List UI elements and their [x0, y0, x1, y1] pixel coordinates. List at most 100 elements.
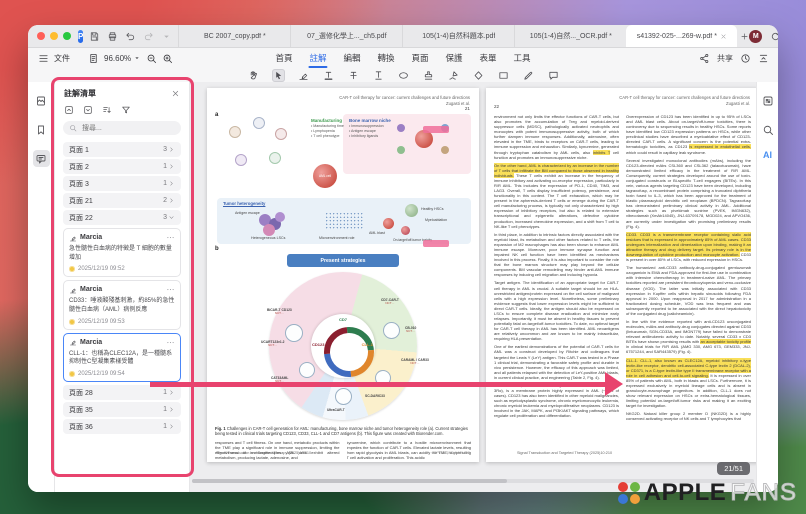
chevron-right-icon — [168, 389, 175, 396]
annotation-card[interactable]: MarciaCD33：唾液酸殘基刺激，約85%的急性髓性白血病（AML）病例反應… — [63, 280, 181, 329]
annotation-page-group[interactable]: 頁面 223 — [63, 210, 181, 225]
paragraph: CD123. CD123, also known as the alpha ch… — [494, 383, 619, 419]
rectangle-tool[interactable] — [497, 69, 510, 82]
annotation-text: CLL-1：也稱為CLEC12A，是一種髓系抑制性C型凝集素樣受體 — [69, 350, 175, 367]
sort-icon[interactable] — [102, 105, 112, 115]
signature-tool[interactable] — [447, 69, 460, 82]
search-panel-icon[interactable] — [759, 121, 776, 138]
text-highlight-tool[interactable] — [322, 69, 335, 82]
ribbon-tab-tools[interactable]: 工具 — [513, 49, 532, 67]
zoom-window-button[interactable] — [63, 32, 71, 40]
annotation-page-group[interactable]: 頁面 31 — [63, 176, 181, 191]
close-panel-icon[interactable] — [171, 89, 180, 98]
zoom-in-icon[interactable] — [162, 53, 173, 64]
underline-tool[interactable] — [372, 69, 385, 82]
card-menu-icon[interactable] — [166, 233, 175, 242]
file-menu-icon[interactable] — [38, 53, 49, 64]
annotation-page-group[interactable]: 頁面 281 — [63, 385, 181, 400]
minimize-window-button[interactable] — [50, 32, 58, 40]
document-tab-tab-bc2007[interactable]: BC 2007_copy.pdf * — [178, 25, 290, 47]
ribbon-tab-page[interactable]: 頁面 — [411, 49, 430, 67]
paragraph: Several investigated monoclonal antibodi… — [626, 158, 751, 229]
annotation-list: 頁面 13 頁面 21 頁面 31 頁面 212 頁面 223 Marcia急性髓性白血病… — [55, 139, 189, 492]
paragraph: CLL-1. CLL-1, also known as CLEC12A, mye… — [626, 358, 751, 409]
present-strategies-banner: Present strategies — [287, 254, 399, 267]
close-window-button[interactable] — [37, 32, 45, 40]
shape-tool[interactable] — [472, 69, 485, 82]
properties-panel-icon[interactable] — [759, 92, 776, 109]
signpen-icon — [448, 70, 459, 81]
history-icon[interactable] — [740, 53, 751, 64]
clinical-trial-label: BiCAR-T CD123NCT… — [267, 308, 292, 316]
main-toolbar: 文件 96.60% 首頁註解編輯轉換頁面保護表單工具 共享 — [28, 48, 778, 68]
clinical-trial-label: CB-010NCT… — [405, 326, 416, 334]
document-tab-label: BC 2007_copy.pdf * — [204, 33, 266, 40]
ribbon-tab-edit[interactable]: 編輯 — [342, 49, 361, 67]
paragraph: On the other hand, AML is characterized … — [494, 163, 619, 229]
card-menu-icon[interactable] — [166, 338, 175, 347]
card-menu-icon[interactable] — [166, 285, 175, 294]
scrollbar-thumb[interactable] — [192, 479, 507, 483]
highlight-color-dot — [69, 371, 75, 377]
highlight-draw-tool[interactable] — [297, 69, 310, 82]
ribbon-tab-protect[interactable]: 保護 — [445, 49, 464, 67]
sync-icon[interactable] — [770, 31, 778, 42]
page-view-icon[interactable] — [88, 53, 99, 64]
page-group-label: 頁面 35 — [69, 405, 93, 415]
document-tab-tab-s41392[interactable]: s41392-025-...269-w.pdf * — [626, 25, 737, 47]
annotation-page-group[interactable]: 頁面 212 — [63, 193, 181, 208]
share-label[interactable]: 共享 — [717, 53, 733, 64]
stamp-tool[interactable] — [422, 69, 435, 82]
zoom-out-icon[interactable] — [146, 53, 157, 64]
undo-icon[interactable] — [125, 31, 136, 42]
document-tab-tab-chem-ch5[interactable]: 07_選修化學上..._ch5.pdf — [290, 25, 402, 47]
text-column: environment not only limits the effector… — [494, 114, 619, 446]
filter-icon[interactable] — [121, 105, 131, 115]
ribbon-tab-annotate[interactable]: 註解 — [308, 49, 327, 67]
print-icon[interactable] — [107, 31, 118, 42]
hand-tool[interactable] — [247, 69, 260, 82]
traffic-lights[interactable] — [37, 32, 71, 40]
ribbon-tab-convert[interactable]: 轉換 — [376, 49, 395, 67]
tab-close-icon[interactable] — [720, 33, 727, 40]
pen-icon — [523, 70, 534, 81]
file-menu-label[interactable]: 文件 — [54, 53, 70, 64]
horizontal-scrollbar[interactable] — [192, 479, 754, 483]
expand-all-icon[interactable] — [83, 105, 93, 115]
annotations-panel-icon[interactable] — [33, 150, 50, 167]
annotation-page-group[interactable]: 頁面 21 — [63, 159, 181, 174]
diamond-icon — [473, 70, 484, 81]
thumbnails-panel-icon[interactable] — [33, 92, 50, 109]
annotation-card[interactable]: MarciaCLL-1：也稱為CLEC12A，是一種髓系抑制性C型凝集素樣受體2… — [63, 333, 181, 382]
account-avatar[interactable]: M — [749, 30, 762, 43]
search-input[interactable] — [80, 124, 164, 133]
redo-icon[interactable] — [143, 31, 154, 42]
paragraph: The humanized anti-CD33 antibody-drug-co… — [626, 265, 751, 316]
ai-assistant-button[interactable]: AI — [763, 150, 772, 160]
share-icon[interactable] — [699, 53, 710, 64]
ribbon-tab-form[interactable]: 表單 — [479, 49, 498, 67]
select-tool[interactable] — [272, 69, 285, 82]
annotation-page-group[interactable]: 頁面 13 — [63, 142, 181, 157]
comment-tool[interactable] — [547, 69, 560, 82]
collapse-all-icon[interactable] — [64, 105, 74, 115]
ribbon-tabs: 首頁註解編輯轉換頁面保護表單工具 — [274, 48, 531, 68]
bookmarks-panel-icon[interactable] — [33, 121, 50, 138]
pen-tool[interactable] — [522, 69, 535, 82]
save-icon[interactable] — [89, 31, 100, 42]
annotation-search[interactable] — [63, 121, 181, 135]
ribbon-tab-home[interactable]: 首頁 — [274, 49, 293, 67]
ellipse-tool[interactable] — [397, 69, 410, 82]
zoom-level[interactable]: 96.60% — [104, 54, 141, 63]
collapse-toolbar-icon[interactable] — [758, 53, 769, 64]
new-tab-button[interactable] — [740, 28, 749, 44]
strikethrough-tool[interactable] — [347, 69, 360, 82]
annotation-card[interactable]: Marcia急性髓性白血病的特徵是 T 細胞的數量增加2025/12/19 09… — [63, 228, 181, 277]
pdf-page-22: 22 CAR-T cell therapy for cancer: curren… — [486, 88, 756, 462]
document-tab-tab-science-ocr[interactable]: 105(1-4)自然..._OCR.pdf * — [514, 25, 626, 47]
annotation-page-group[interactable]: 頁面 361 — [63, 419, 181, 434]
more-actions-caret-icon[interactable] — [161, 31, 172, 42]
document-tab-tab-science-book[interactable]: 105(1-4)自然科題本.pdf — [402, 25, 514, 47]
page-group-count: 1 — [163, 406, 175, 413]
annotation-page-group[interactable]: 頁面 35 1 — [63, 402, 181, 417]
